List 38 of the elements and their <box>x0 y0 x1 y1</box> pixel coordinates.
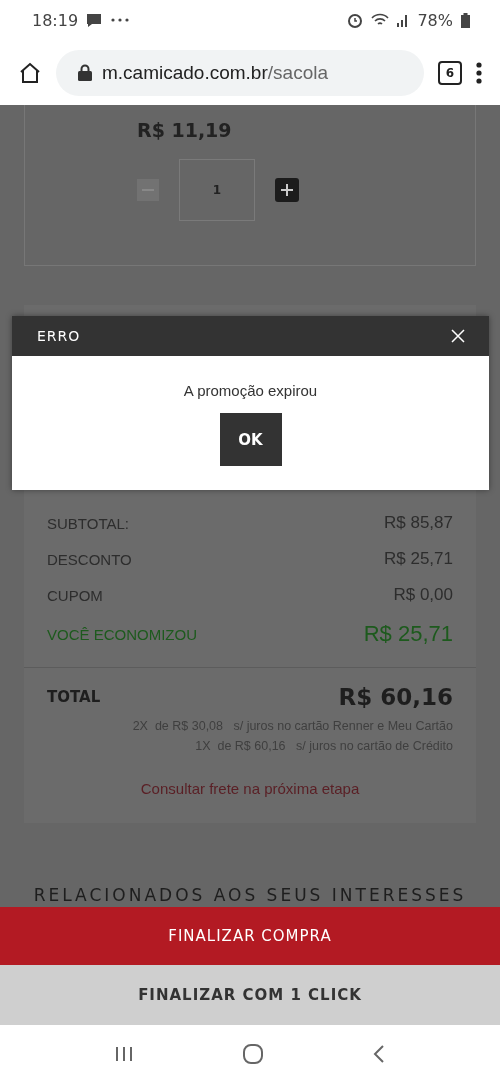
address-bar[interactable]: m.camicado.com.br/sacola <box>56 49 424 96</box>
home-icon[interactable] <box>18 60 42 85</box>
back-icon[interactable] <box>373 1043 385 1064</box>
alarm-icon <box>347 12 364 28</box>
summary-value: R$ 85,87 <box>384 513 453 533</box>
summary-label: DESCONTO <box>47 550 132 568</box>
summary-value: R$ 25,71 <box>384 549 453 569</box>
section-heading: RELACIONADOS AOS SEUS INTERESSES <box>33 885 467 905</box>
message-icon <box>86 12 103 28</box>
url-text: m.camicado.com.br/sacola <box>102 61 328 84</box>
dialog-title: ERRO <box>37 328 81 344</box>
product-price: R$ 11,19 <box>137 119 233 141</box>
lock-icon <box>78 64 92 81</box>
wifi-icon <box>371 13 390 27</box>
summary-label: VOCÊ ECONOMIZOU <box>47 625 197 643</box>
recent-apps-icon[interactable] <box>115 1044 133 1063</box>
summary-label: CUPOM <box>47 586 103 604</box>
more-icon <box>110 18 131 22</box>
battery-percentage: 78% <box>417 10 453 30</box>
checkout-button[interactable]: FINALIZAR COM 1 CLICK <box>0 965 500 1025</box>
plus-icon <box>280 183 294 197</box>
summary-value: R$ 25,71 <box>363 621 453 647</box>
dialog-message: A promoção expirou <box>183 382 318 399</box>
home-button-icon[interactable] <box>243 1043 263 1064</box>
total-label: TOTAL <box>47 688 101 706</box>
summary-value: R$ 0,00 <box>393 585 453 605</box>
ok-button[interactable]: OK <box>219 413 282 466</box>
close-icon[interactable] <box>451 329 465 343</box>
shipping-note: Consultar frete na próxima etapa <box>140 780 360 797</box>
signal-icon <box>397 13 410 27</box>
total-value: R$ 60,16 <box>338 684 453 710</box>
battery-icon <box>461 12 470 28</box>
tab-count-button[interactable]: 6 <box>438 60 462 85</box>
menu-icon[interactable] <box>476 61 482 84</box>
increase-button[interactable] <box>275 178 299 202</box>
clock-time: 18:19 <box>32 10 79 30</box>
summary-label: SUBTOTAL: <box>47 514 129 532</box>
checkout-button[interactable]: FINALIZAR COMPRA <box>0 907 500 965</box>
